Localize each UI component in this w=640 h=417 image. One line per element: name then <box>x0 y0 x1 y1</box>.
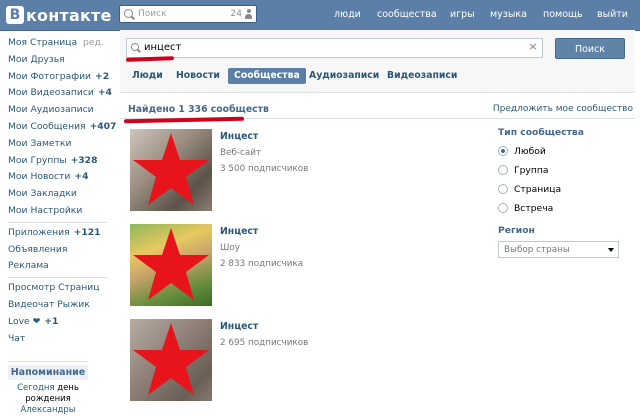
country-select-value: Выбор страны <box>504 245 570 255</box>
clear-icon[interactable]: × <box>528 41 538 52</box>
red-star-icon <box>133 133 209 205</box>
community-name[interactable]: Инцест <box>220 321 258 332</box>
chevron-down-icon <box>608 248 614 252</box>
reminder-today-link[interactable]: Сегодня <box>17 383 54 393</box>
nav-games[interactable]: игры <box>450 9 475 20</box>
sidebar-item-audio[interactable]: Мои Аудиозаписи <box>0 102 115 119</box>
community-avatar[interactable] <box>130 224 212 306</box>
community-type-title: Тип сообщества <box>498 127 584 138</box>
sidebar-item-videochat[interactable]: Видеочат Рыжик <box>0 297 115 314</box>
reminder-name-link[interactable]: Александры <box>20 405 75 415</box>
radio-any[interactable]: Любой <box>498 144 546 158</box>
community-subscribers: 2 695 подписчиков <box>220 338 309 348</box>
country-select[interactable]: Выбор страны <box>498 241 619 258</box>
tab-people[interactable]: Люди <box>126 68 169 84</box>
red-star-icon <box>133 323 209 395</box>
edit-link[interactable]: ред. <box>83 35 104 52</box>
left-sidebar: Моя Страница ред. Мои Друзья Мои Фотограф… <box>0 35 116 348</box>
sidebar-item-friends[interactable]: Мои Друзья <box>0 52 115 69</box>
logo-letter: В <box>6 6 24 24</box>
results-list: Инцест Веб-сайт 3 500 подписчиков Инцест… <box>120 119 492 417</box>
sidebar-item-chat[interactable]: Чат <box>0 331 115 348</box>
search-input[interactable]: инцест × <box>126 38 543 58</box>
reminder-box: Напоминание Сегодня день рождения Алекса… <box>8 361 88 416</box>
vk-logo[interactable]: В контакте <box>6 5 112 25</box>
community-avatar[interactable] <box>130 129 212 211</box>
sidebar-item-videos[interactable]: Мои Видеозаписи +4 <box>0 85 115 102</box>
search-button[interactable]: Поиск <box>555 38 625 59</box>
sidebar-item-settings[interactable]: Мои Настройки <box>0 203 115 220</box>
result-item: Инцест Шоу 2 833 подписчика <box>120 214 492 309</box>
sidebar-divider <box>8 221 107 223</box>
tab-video[interactable]: Видеозаписи <box>381 68 463 84</box>
sidebar-item-messages[interactable]: Мои Сообщения +407 <box>0 119 116 136</box>
result-item: Инцест Веб-сайт 3 500 подписчиков <box>120 119 492 214</box>
radio-event[interactable]: Встреча <box>498 201 553 215</box>
logo-text: контакте <box>26 5 112 25</box>
community-avatar[interactable] <box>130 319 212 401</box>
suggest-community-link[interactable]: Предложить мое сообщество <box>493 104 633 114</box>
reminder-title: Напоминание <box>8 365 88 380</box>
sidebar-item-page-views[interactable]: Просмотр Страниц <box>0 280 115 297</box>
top-search-placeholder: Поиск <box>138 9 167 19</box>
sidebar-item-advertising[interactable]: Реклама <box>0 258 115 275</box>
radio-icon <box>498 184 508 194</box>
nav-communities[interactable]: сообщества <box>377 9 437 20</box>
search-panel: инцест × Поиск Люди Новости Сообщества А… <box>120 30 635 93</box>
sidebar-item-bookmarks[interactable]: Мои Закладки <box>0 186 115 203</box>
sidebar-item-my-page[interactable]: Моя Страница ред. <box>0 35 115 52</box>
sidebar-item-groups[interactable]: Мои Группы +328 <box>0 153 115 170</box>
sidebar-item-photos[interactable]: Мои Фотографии +2 <box>0 69 115 86</box>
sidebar-item-apps[interactable]: Приложения +121 <box>0 225 115 242</box>
sidebar-item-love[interactable]: Love ❤ +1 <box>0 314 115 331</box>
radio-icon <box>498 146 508 156</box>
community-type: Веб-сайт <box>220 148 262 158</box>
results-count: Найдено 1 336 сообществ <box>128 104 269 115</box>
radio-icon <box>498 203 508 213</box>
community-name[interactable]: Инцест <box>220 226 258 237</box>
reminder-body: Сегодня день рождения Александры <box>8 383 88 416</box>
nav-logout[interactable]: выйти <box>597 9 628 20</box>
top-header-bar: В контакте Поиск 24 люди сообщества игры… <box>0 0 640 31</box>
radio-page[interactable]: Страница <box>498 182 561 196</box>
tab-news[interactable]: Новости <box>170 68 226 84</box>
sidebar-divider <box>8 277 107 279</box>
results-header: Найдено 1 336 сообществ Предложить мое с… <box>120 100 635 119</box>
tab-audio[interactable]: Аудиозаписи <box>303 68 385 84</box>
top-search-input[interactable]: Поиск 24 <box>119 5 257 23</box>
search-icon <box>124 9 133 18</box>
person-icon <box>245 9 252 19</box>
sidebar-item-notes[interactable]: Мои Заметки <box>0 136 115 153</box>
community-name[interactable]: Инцест <box>220 131 258 142</box>
nav-people[interactable]: люди <box>334 9 361 20</box>
red-star-icon <box>133 228 209 300</box>
region-title: Регион <box>498 225 535 236</box>
sidebar-item-ads[interactable]: Объявления <box>0 242 115 259</box>
search-query: инцест <box>144 42 182 53</box>
main-content: инцест × Поиск Люди Новости Сообщества А… <box>120 30 635 417</box>
radio-icon <box>498 165 508 175</box>
community-subscribers: 3 500 подписчиков <box>220 164 309 174</box>
sidebar-item-news[interactable]: Мои Новости +4 <box>0 169 115 186</box>
radio-group[interactable]: Группа <box>498 163 549 177</box>
community-subscribers: 2 833 подписчика <box>220 259 304 269</box>
community-type: Шоу <box>220 243 240 253</box>
result-item: Инцест 2 695 подписчиков <box>120 309 492 404</box>
nav-help[interactable]: помощь <box>543 9 583 20</box>
tab-communities[interactable]: Сообщества <box>228 68 306 84</box>
online-count: 24 <box>230 9 242 19</box>
nav-music[interactable]: музыка <box>490 9 527 20</box>
search-icon <box>131 43 139 51</box>
